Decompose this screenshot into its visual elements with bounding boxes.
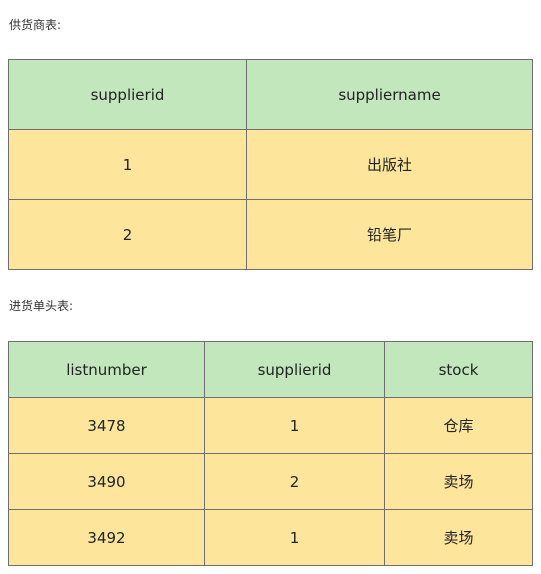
- cell-listnumber: 3490: [8, 453, 205, 510]
- cell-supplierid: 2: [204, 453, 385, 510]
- table-row: 1 出版社: [8, 129, 533, 200]
- table-row: 3478 1 仓库: [8, 397, 533, 454]
- cell-supplierid: 1: [204, 397, 385, 454]
- table-header-row: supplierid suppliername: [8, 59, 533, 130]
- table-header-row: listnumber supplierid stock: [8, 341, 533, 398]
- cell-supplierid: 1: [8, 129, 247, 200]
- cell-suppliername: 出版社: [246, 129, 533, 200]
- table-row: 2 铅笔厂: [8, 199, 533, 270]
- purchase-header-table: listnumber supplierid stock 3478 1 仓库 34…: [8, 341, 533, 566]
- cell-listnumber: 3478: [8, 397, 205, 454]
- cell-supplierid: 2: [8, 199, 247, 270]
- supplier-table: supplierid suppliername 1 出版社 2 铅笔厂: [8, 59, 533, 270]
- column-header-supplierid: supplierid: [204, 341, 385, 398]
- cell-stock: 卖场: [384, 453, 533, 510]
- cell-stock: 卖场: [384, 509, 533, 566]
- purchase-header-table-caption: 进货单头表:: [9, 299, 74, 313]
- column-header-suppliername: suppliername: [246, 59, 533, 130]
- cell-suppliername: 铅笔厂: [246, 199, 533, 270]
- table-row: 3492 1 卖场: [8, 509, 533, 566]
- column-header-stock: stock: [384, 341, 533, 398]
- cell-listnumber: 3492: [8, 509, 205, 566]
- cell-stock: 仓库: [384, 397, 533, 454]
- table-row: 3490 2 卖场: [8, 453, 533, 510]
- supplier-table-caption: 供货商表:: [9, 18, 62, 32]
- cell-supplierid: 1: [204, 509, 385, 566]
- column-header-listnumber: listnumber: [8, 341, 205, 398]
- column-header-supplierid: supplierid: [8, 59, 247, 130]
